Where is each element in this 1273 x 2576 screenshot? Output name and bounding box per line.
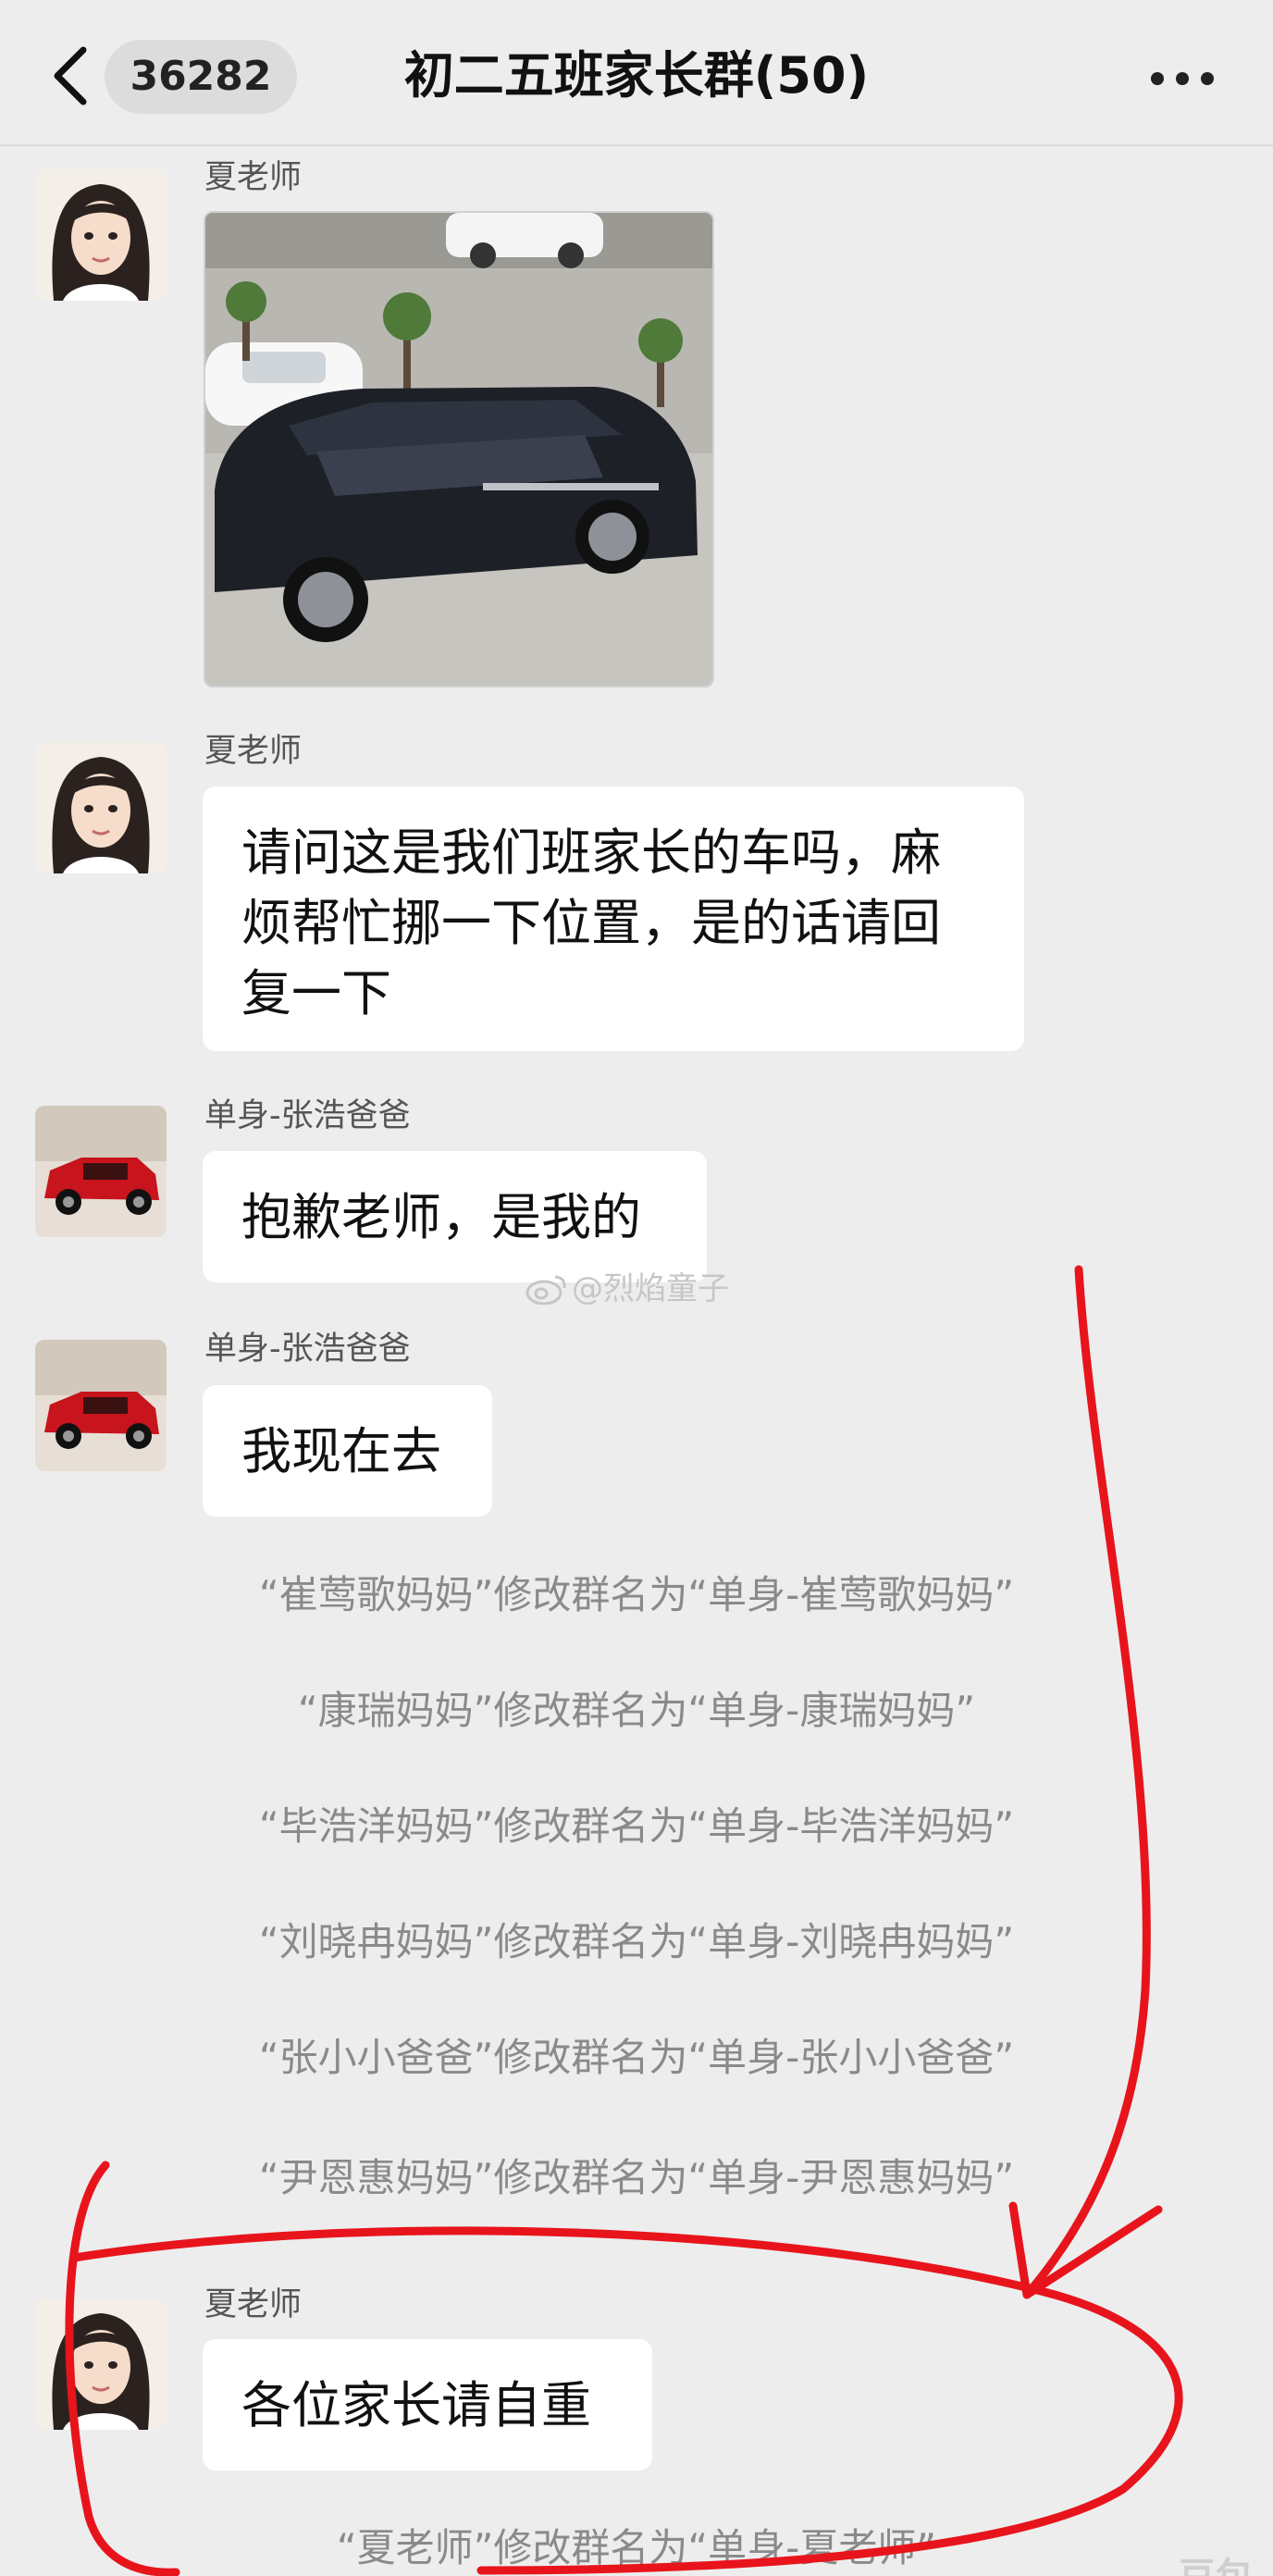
message-line: 请问这是我们班家长的车吗，麻: [241, 824, 941, 882]
unread-count-badge[interactable]: 36282: [105, 40, 297, 114]
watermark-text: @烈焰童子: [572, 1270, 729, 1307]
chat-title: 初二五班家长群(50): [403, 46, 870, 105]
message-bubble[interactable]: 请问这是我们班家长的车吗，麻 烦帮忙挪一下位置，是的话请回 复一下: [203, 786, 1024, 1051]
system-notice: “崔莺歌妈妈”修改群名为“单身-崔莺歌妈妈”: [258, 1572, 1015, 1617]
sender-name: 夏老师: [204, 733, 303, 770]
sender-name: 单身-张浩爸爸: [204, 1331, 411, 1368]
system-notice: “张小小爸爸”修改群名为“单身-张小小爸爸”: [258, 2035, 1015, 2080]
message-text: 我现在去: [241, 1422, 441, 1480]
car-photo[interactable]: [204, 211, 714, 687]
sender-name: 单身-张浩爸爸: [204, 1097, 411, 1134]
corner-mark: 豆包: [1179, 2546, 1253, 2576]
message-line: 复一下: [241, 964, 391, 1022]
message-bubble[interactable]: 抱歉老师，是我的: [203, 1151, 707, 1282]
avatar-teacher[interactable]: [35, 2298, 167, 2430]
avatar-red-car[interactable]: [35, 1340, 167, 1471]
system-notice: “刘晓冉妈妈”修改群名为“单身-刘晓冉妈妈”: [258, 1919, 1015, 1964]
system-notice: “康瑞妈妈”修改群名为“单身-康瑞妈妈”: [297, 1688, 976, 1733]
sender-name: 夏老师: [204, 2286, 303, 2323]
message-line: 烦帮忙挪一下位置，是的话请回: [241, 894, 941, 952]
message-text: 各位家长请自重: [241, 2376, 591, 2434]
system-notice: “尹恩惠妈妈”修改群名为“单身-尹恩惠妈妈”: [258, 2155, 1015, 2200]
system-notice: “夏老师”修改群名为“单身-夏老师”: [336, 2525, 937, 2570]
weibo-watermark: @烈焰童子: [525, 1266, 729, 1312]
message-bubble[interactable]: 各位家长请自重: [203, 2339, 652, 2471]
sender-name: 夏老师: [204, 159, 303, 196]
weibo-icon: [525, 1275, 566, 1305]
system-notice: “毕浩洋妈妈”修改群名为“单身-毕浩洋妈妈”: [258, 1803, 1015, 1849]
avatar-teacher[interactable]: [35, 169, 167, 301]
message-bubble[interactable]: 我现在去: [203, 1385, 492, 1517]
avatar-teacher[interactable]: [35, 742, 167, 873]
avatar-red-car[interactable]: [35, 1106, 167, 1237]
message-text: 抱歉老师，是我的: [241, 1188, 641, 1246]
chevron-left-icon[interactable]: [50, 44, 93, 107]
more-horizontal-icon[interactable]: [1145, 59, 1219, 96]
chat-header: 36282 初二五班家长群(50): [0, 0, 1273, 146]
